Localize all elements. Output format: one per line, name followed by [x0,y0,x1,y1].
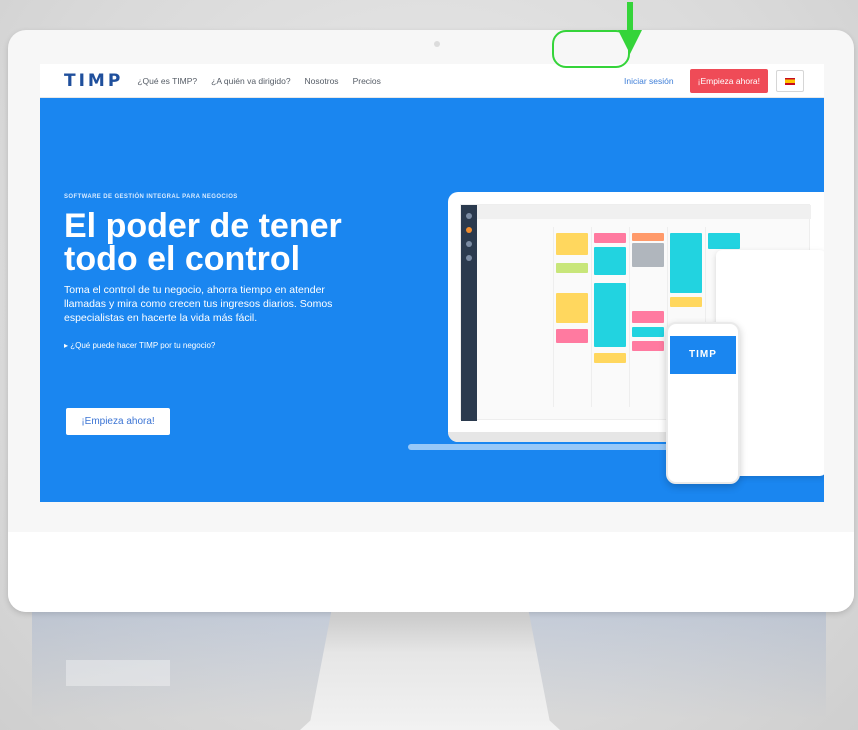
calendar-event [632,327,664,337]
calendar-event [632,243,664,267]
nav-link-a-quien[interactable]: ¿A quién va dirigido? [211,76,290,86]
calendar-event [594,247,626,275]
hero-start-button[interactable]: ¡Empieza ahora! [66,408,170,435]
calendar-event [670,297,702,307]
phone-logo: TIMP [670,336,736,374]
question-label: ¿Qué puede hacer TIMP por tu negocio? [70,341,216,350]
reflection-shape [66,660,170,686]
nav-actions: Iniciar sesión ¡Empieza ahora! [616,69,804,93]
nav-link-nosotros[interactable]: Nosotros [305,76,339,86]
login-link[interactable]: Iniciar sesión [616,69,682,93]
sidebar-dot [466,227,472,233]
logo[interactable]: TIMP [64,71,123,91]
nav-link-que-es[interactable]: ¿Qué es TIMP? [137,76,197,86]
sidebar-dot [466,255,472,261]
sidebar-dot [466,241,472,247]
app-topbar [477,205,811,219]
calendar-event [556,293,588,323]
top-navbar: TIMP ¿Qué es TIMP? ¿A quién va dirigido?… [40,64,824,98]
calendar-column [553,227,589,407]
calendar-column [629,227,665,407]
nav-links: ¿Qué es TIMP? ¿A quién va dirigido? Noso… [137,76,381,86]
hero-headline: El poder de tener todo el control [64,207,342,278]
nav-link-precios[interactable]: Precios [353,76,381,86]
hero-description: Toma el control de tu negocio, ahorra ti… [64,284,333,324]
monitor-chin [8,532,854,612]
monitor-stand [300,612,560,730]
calendar-event [670,233,702,293]
calendar-event [556,263,588,273]
calendar-event [632,341,664,351]
calendar-event [594,233,626,243]
calendar-event [594,283,626,347]
hero-question-link[interactable]: ▸ ¿Qué puede hacer TIMP por tu negocio? [64,341,215,350]
app-sidebar [461,205,477,421]
phone-mockup: TIMP [666,322,740,484]
monitor: TIMP ¿Qué es TIMP? ¿A quién va dirigido?… [8,30,854,612]
calendar-event [708,233,740,249]
spain-flag-icon [785,77,795,85]
calendar-event [632,311,664,323]
language-selector[interactable] [776,70,804,92]
website-screen: TIMP ¿Qué es TIMP? ¿A quién va dirigido?… [40,64,824,502]
calendar-event [556,233,588,255]
calendar-column [591,227,627,407]
green-arrow-icon [618,2,642,54]
calendar-event [594,353,626,363]
start-now-button[interactable]: ¡Empieza ahora! [689,69,768,93]
hero-kicker: SOFTWARE DE GESTIÓN INTEGRAL PARA NEGOCI… [64,194,238,200]
calendar-event [556,329,588,343]
camera-dot [434,41,440,47]
sidebar-dot [466,213,472,219]
calendar-event [632,233,664,241]
